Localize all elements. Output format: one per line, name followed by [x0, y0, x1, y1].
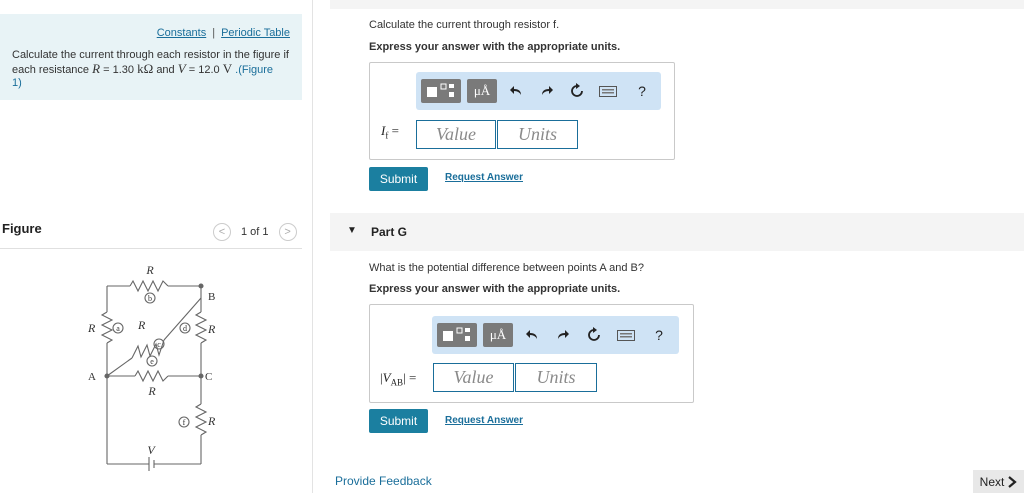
label-e: e	[150, 357, 154, 366]
part-g-answer-box: μÅ ? |VAB| = Value Units	[369, 304, 694, 403]
prev-figure-button[interactable]: <	[213, 223, 231, 241]
label-subscript: f	[385, 130, 389, 141]
label-b: b	[148, 294, 152, 303]
part-g-question: What is the potential difference between…	[369, 262, 644, 274]
reset-icon[interactable]	[567, 79, 587, 103]
next-label: Next	[979, 474, 1005, 489]
abs-bar-close: |	[403, 370, 406, 385]
label-a: a	[116, 324, 120, 333]
resistance-unit: kΩ	[137, 61, 154, 76]
problem-statement: Calculate the current through each resis…	[12, 49, 292, 90]
fraction-template-icon	[427, 83, 454, 97]
part-f-answer-box: μÅ ? If = Value Units	[369, 62, 675, 160]
periodic-table-link[interactable]: Periodic Table	[221, 27, 290, 39]
label-R-right: R	[207, 322, 216, 336]
label-subscript: AB	[390, 377, 404, 388]
label-R-left: R	[87, 321, 96, 335]
figure-link[interactable]: .(Figure	[235, 64, 273, 76]
undo-icon[interactable]	[506, 79, 526, 103]
resistor-f	[194, 403, 208, 436]
problem-and: and	[156, 64, 175, 76]
provide-feedback-link[interactable]: Provide Feedback	[335, 474, 432, 488]
part-f-request-answer-link[interactable]: Request Answer	[445, 172, 523, 183]
node-A	[104, 373, 110, 379]
label-variable: V	[382, 370, 391, 385]
part-g-instruction: Express your answer with the appropriate…	[369, 283, 621, 295]
part-g-request-answer-link[interactable]: Request Answer	[445, 415, 523, 426]
voltage-unit: V	[222, 61, 233, 76]
resistor-b	[129, 279, 169, 293]
undo-icon[interactable]	[522, 323, 542, 347]
next-figure-button[interactable]: >	[278, 223, 297, 241]
part-f-question: Calculate the current through resistor f…	[369, 19, 560, 31]
label-equals: =	[408, 370, 417, 385]
redo-icon[interactable]	[537, 79, 557, 103]
voltage-variable: V	[177, 61, 186, 76]
resistor-d	[194, 311, 208, 344]
label-A: A	[88, 371, 96, 383]
value-input[interactable]: Value	[433, 363, 514, 392]
label-equals: =	[391, 123, 399, 138]
part-f-submit-button[interactable]: Submit	[369, 167, 428, 191]
wire	[106, 357, 133, 377]
figure-count: 1 of 1	[241, 226, 269, 238]
node-B	[198, 283, 204, 289]
part-g-answer-label: |VAB| =	[380, 370, 416, 388]
label-R-mid: R	[147, 384, 156, 398]
collapse-triangle-icon[interactable]: ▼	[347, 225, 357, 236]
resistor-a	[100, 311, 114, 344]
template-button[interactable]	[421, 79, 461, 103]
figure-pager: < 1 of 1 >	[213, 222, 297, 242]
part-g-submit-button[interactable]: Submit	[369, 409, 428, 433]
figure-link-number[interactable]: 1)	[12, 77, 22, 89]
label-C: C	[205, 371, 212, 383]
node-C	[198, 373, 204, 379]
problem-info-box: Constants | Periodic Table Calculate the c…	[0, 14, 302, 100]
keyboard-icon[interactable]	[616, 323, 636, 347]
link-separator: |	[212, 27, 216, 39]
voltage-value: = 12.0	[188, 64, 220, 76]
part-f-math-toolbar: μÅ ?	[416, 72, 661, 110]
units-input[interactable]: Units	[497, 120, 578, 149]
wire	[163, 297, 202, 341]
help-button[interactable]: ?	[632, 79, 652, 103]
problem-line-1: Calculate the current through each resis…	[12, 49, 289, 61]
label-V: V	[147, 443, 156, 457]
label-R-bottom-right: R	[207, 414, 216, 428]
part-g-title: Part G	[371, 225, 408, 239]
label-c: c	[157, 340, 161, 349]
fraction-template-icon	[443, 327, 470, 341]
part-g-math-toolbar: μÅ ?	[432, 316, 679, 354]
value-input[interactable]: Value	[416, 120, 496, 149]
chevron-right-icon	[1008, 475, 1018, 488]
label-d: d	[183, 324, 187, 333]
part-g-header[interactable]: ▼ Part G	[330, 213, 1024, 251]
resistance-variable: R	[92, 61, 101, 76]
previous-part-strip	[330, 0, 1024, 9]
keyboard-icon[interactable]	[598, 79, 618, 103]
figure-title: Figure	[2, 221, 42, 236]
part-f-instruction: Express your answer with the appropriate…	[369, 41, 621, 53]
units-button[interactable]: μÅ	[467, 79, 497, 103]
label-B: B	[208, 291, 215, 303]
figure-header: Figure < 1 of 1 >	[0, 216, 302, 249]
label-R-diag: R	[137, 318, 146, 332]
constants-link[interactable]: Constants	[157, 27, 207, 39]
template-button[interactable]	[437, 323, 477, 347]
next-button[interactable]: Next	[973, 470, 1024, 493]
resistor-e	[134, 369, 169, 383]
panel-divider	[312, 0, 313, 493]
resistance-value: = 1.30	[103, 64, 135, 76]
reference-links: Constants | Periodic Table	[157, 27, 290, 39]
circuit-diagram: R b B R a R c d R e A C R f R V	[87, 263, 216, 471]
problem-text: each resistance	[12, 64, 90, 76]
redo-icon[interactable]	[553, 323, 573, 347]
units-input[interactable]: Units	[515, 363, 597, 392]
label-f: f	[183, 418, 186, 427]
help-button[interactable]: ?	[649, 323, 669, 347]
reset-icon[interactable]	[584, 323, 604, 347]
label-R-top: R	[145, 263, 154, 277]
units-button[interactable]: μÅ	[483, 323, 513, 347]
part-f-answer-label: If =	[381, 123, 399, 141]
